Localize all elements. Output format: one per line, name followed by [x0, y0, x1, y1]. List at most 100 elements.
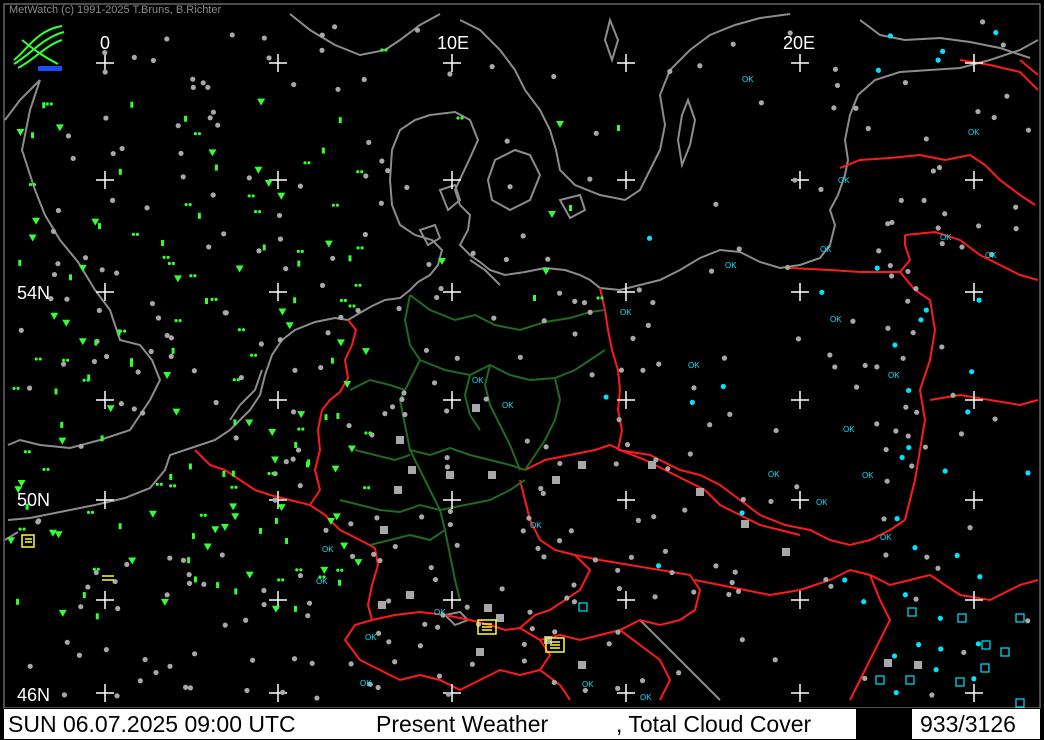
station-cloud-grey [91, 358, 98, 365]
weather-map: 0 10E 20E 54N 50N 46N OK OK OK OK OK OK OK OK OK… [0, 0, 1044, 740]
station-cloud-grey [862, 675, 868, 681]
station-cloud-grey [55, 261, 61, 267]
station-cloud-grey [417, 643, 423, 649]
lon-label-20e: 20E [783, 33, 815, 53]
station-cloud-grey [665, 466, 671, 472]
station-cloud-grey [447, 71, 453, 77]
station-cloud-grey [905, 298, 911, 304]
station-cloud-grey [206, 244, 212, 250]
station-cloud-grey [992, 416, 998, 422]
rain-symbol [95, 613, 99, 620]
ok-label: OK [816, 498, 828, 507]
ok-label: OK [434, 608, 446, 617]
station-cloud-grey [557, 460, 563, 467]
rain-symbol [336, 412, 340, 419]
station-overcast-square [406, 591, 414, 599]
station-cloud-grey [64, 296, 70, 302]
station-cloud-grey [923, 136, 929, 142]
station-cloud-grey [887, 262, 893, 269]
rain-symbol [569, 205, 572, 211]
station-cloud-grey [592, 557, 598, 563]
station-cloud-grey [60, 361, 67, 367]
station-cloud-grey [727, 411, 733, 417]
station-cloud-grey [168, 353, 174, 359]
station-cloud-grey [650, 299, 656, 306]
ok-label: OK [316, 577, 328, 586]
station-cloud-grey [332, 24, 338, 30]
rain-symbol [100, 435, 104, 442]
ok-label: OK [725, 261, 737, 270]
station-overcast-square [408, 466, 416, 474]
station-cloud-grey [593, 130, 599, 136]
station-cloud-cyan [906, 387, 912, 394]
station-cloud-grey [552, 629, 558, 635]
station-cloud-grey [290, 409, 297, 415]
station-cloud-grey [517, 354, 523, 360]
rain-symbol [233, 419, 237, 426]
ok-label: OK [768, 470, 780, 479]
station-cloud-grey [445, 691, 452, 697]
station-cloud-grey [795, 336, 802, 342]
station-cloud-grey [862, 362, 868, 369]
station-overcast-square [476, 648, 484, 656]
station-cloud-cyan [935, 57, 941, 63]
copyright-text: MetWatch (c) 1991-2025 T.Bruns, B.Richte… [9, 4, 222, 16]
status-product: Present Weather [376, 711, 549, 737]
station-cloud-grey [874, 421, 880, 427]
station-cloud-grey [392, 659, 398, 665]
station-cloud-grey [78, 604, 84, 610]
station-cloud-grey [290, 456, 296, 462]
rain-symbol [216, 582, 220, 589]
station-cloud-grey [979, 19, 986, 25]
station-cloud-grey [682, 507, 688, 513]
rain-symbol [161, 239, 165, 246]
rain-symbol [222, 470, 226, 477]
station-cloud-grey [630, 335, 636, 341]
station-cloud-grey [616, 417, 622, 423]
rain-symbol [60, 421, 64, 428]
station-cloud-grey [135, 369, 141, 375]
station-cloud-grey [913, 596, 919, 602]
station-cloud-grey [818, 186, 824, 193]
station-cloud-grey [876, 248, 882, 254]
rain-symbol [338, 579, 342, 586]
rain-symbol [97, 223, 101, 230]
status-date-time: SUN 06.07.2025 09:00 UTC [8, 711, 296, 737]
station-cloud-grey [571, 599, 578, 605]
station-cloud-grey [921, 197, 927, 203]
station-cloud-grey [361, 76, 367, 83]
station-cloud-grey [76, 652, 83, 658]
station-cloud-grey [914, 409, 920, 415]
rain-symbol [617, 125, 620, 131]
rain-symbol [234, 588, 238, 595]
station-cloud-grey [893, 428, 899, 434]
station-cloud-grey [362, 231, 368, 238]
station-cloud-grey [976, 223, 982, 229]
rain-symbol [94, 339, 98, 346]
rain-symbol [231, 470, 235, 477]
station-cloud-cyan [977, 574, 983, 580]
station-cloud-grey [1000, 42, 1006, 48]
station-cloud-grey [628, 554, 634, 560]
rain-symbol [129, 358, 133, 365]
station-cloud-grey [428, 564, 434, 571]
station-cloud-grey [207, 115, 213, 121]
station-cloud-grey [667, 68, 673, 75]
station-cloud-grey [399, 396, 405, 402]
station-cloud-grey [491, 315, 497, 321]
rain-symbol [294, 441, 298, 448]
station-cloud-grey [454, 542, 460, 548]
station-cloud-grey [853, 105, 859, 111]
station-cloud-grey [645, 322, 651, 328]
station-cloud-grey [210, 109, 217, 115]
station-cloud-grey [564, 595, 570, 601]
ok-label: OK [985, 251, 997, 260]
station-overcast-square [396, 436, 404, 444]
rain-symbol [187, 557, 191, 564]
station-cloud-grey [277, 337, 283, 343]
ok-label: OK [940, 233, 952, 242]
station-cloud-grey [180, 557, 187, 563]
station-cloud-grey [950, 392, 956, 398]
station-cloud-grey [832, 364, 838, 370]
station-cloud-grey [229, 32, 235, 38]
